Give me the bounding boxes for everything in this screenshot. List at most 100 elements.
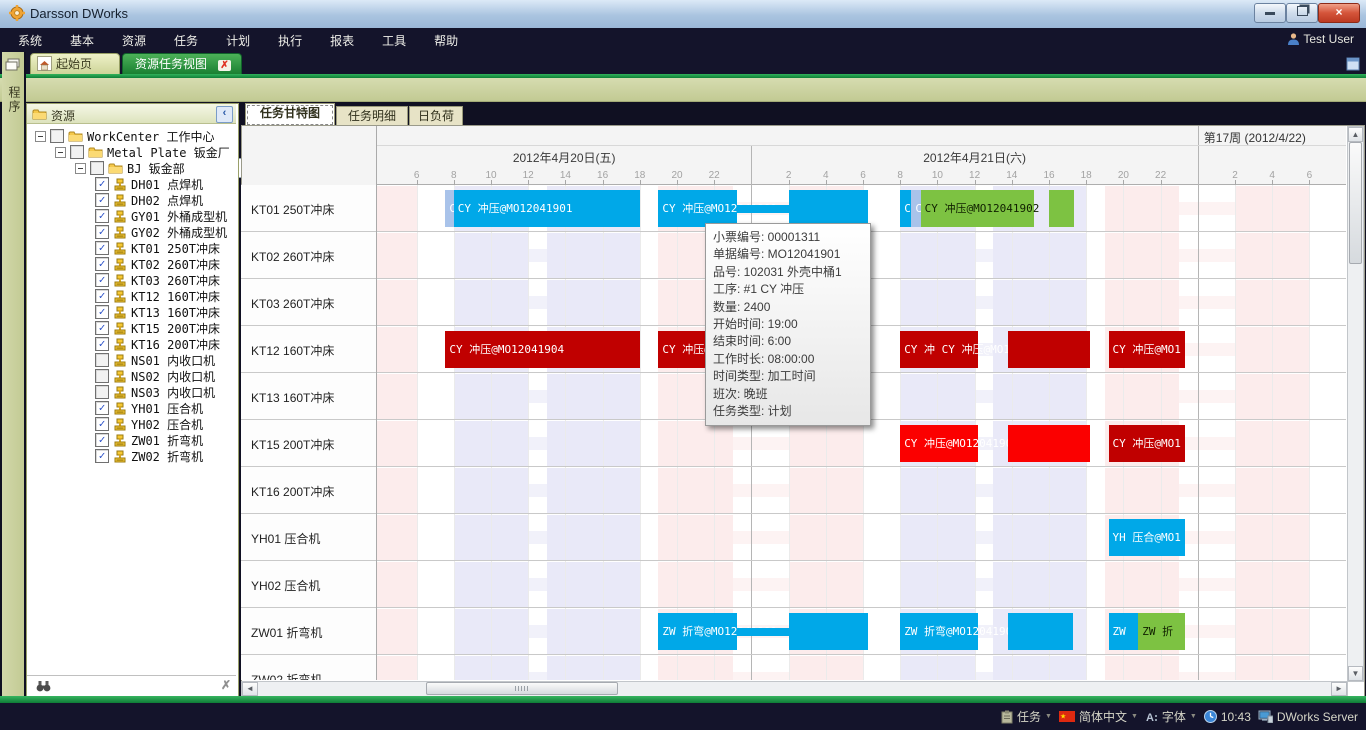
scroll-down-icon[interactable]: ▼ — [1348, 666, 1363, 681]
tree-item-kt16[interactable]: ✓KT16 200T冲床 — [95, 336, 220, 352]
tree-checkbox[interactable] — [95, 385, 109, 399]
resource-cell[interactable]: ZW01 折弯机 — [241, 608, 376, 654]
resource-cell[interactable]: KT12 160T冲床 — [241, 326, 376, 372]
resource-cell[interactable]: KT15 200T冲床 — [241, 420, 376, 466]
tree-checkbox[interactable]: ✓ — [95, 321, 109, 335]
tree-item-zw02[interactable]: ✓ZW02 折弯机 — [95, 448, 203, 464]
tree-item-ns02[interactable]: NS02 内收口机 — [95, 368, 215, 384]
tree-item-bj[interactable]: BJ 钣金部 — [75, 160, 185, 176]
tree-item-gy02[interactable]: ✓GY02 外桶成型机 — [95, 224, 227, 240]
resource-cell[interactable]: KT16 200T冲床 — [241, 467, 376, 513]
tab-task-gantt[interactable]: 任务甘特图 — [245, 103, 335, 127]
restore-button[interactable] — [1286, 3, 1318, 23]
tree-checkbox[interactable]: ✓ — [95, 289, 109, 303]
tree-checkbox[interactable]: ✓ — [95, 417, 109, 431]
tree-checkbox[interactable] — [95, 369, 109, 383]
menu-item-1[interactable]: 系统 — [4, 28, 56, 53]
tree-item-zw01[interactable]: ✓ZW01 折弯机 — [95, 432, 203, 448]
tree-checkbox[interactable]: ✓ — [95, 337, 109, 351]
clear-find-icon[interactable]: ✗ — [221, 678, 231, 692]
tree-item-dh02[interactable]: ✓DH02 点焊机 — [95, 192, 203, 208]
menu-item-2[interactable]: 基本 — [56, 28, 108, 53]
close-button[interactable]: × — [1318, 3, 1360, 23]
horizontal-scrollbar[interactable]: ◄ ► — [241, 681, 1348, 697]
tree-item-ns01[interactable]: NS01 内收口机 — [95, 352, 215, 368]
tree-checkbox[interactable] — [70, 145, 84, 159]
status-item-label: 任务 — [1017, 708, 1041, 725]
tree-item-yh02[interactable]: ✓YH02 压合机 — [95, 416, 203, 432]
tree-checkbox[interactable]: ✓ — [95, 225, 109, 239]
menu-item-5[interactable]: 计划 — [212, 28, 264, 53]
tree-expander-icon[interactable] — [35, 131, 46, 142]
scroll-up-icon[interactable]: ▲ — [1348, 127, 1363, 142]
tree-checkbox[interactable]: ✓ — [95, 401, 109, 415]
tab-task-detail[interactable]: 任务明细 — [336, 106, 408, 127]
tree-expander-icon[interactable] — [75, 163, 86, 174]
binoculars-icon[interactable] — [36, 679, 51, 697]
tree-item-kt15[interactable]: ✓KT15 200T冲床 — [95, 320, 220, 336]
tree-item-kt12[interactable]: ✓KT12 160T冲床 — [95, 288, 220, 304]
resource-cell[interactable]: ZW02 折弯机 — [241, 655, 376, 680]
tree-item-kt01[interactable]: ✓KT01 250T冲床 — [95, 240, 220, 256]
vertical-scrollbar[interactable]: ▲ ▼ — [1347, 126, 1364, 682]
menu-item-8[interactable]: 工具 — [368, 28, 420, 53]
status-item-clipboard[interactable]: 任务 ▼ — [1001, 708, 1052, 725]
dropdown-icon[interactable]: ▼ — [1131, 713, 1138, 720]
menu-item-3[interactable]: 资源 — [108, 28, 160, 53]
status-item-clock[interactable]: 10:43 — [1204, 710, 1251, 724]
menu-item-4[interactable]: 任务 — [160, 28, 212, 53]
resource-cell-label: KT13 160T冲床 — [251, 389, 334, 406]
menu-item-9[interactable]: 帮助 — [420, 28, 472, 53]
tree-checkbox[interactable]: ✓ — [95, 257, 109, 271]
tree-checkbox[interactable]: ✓ — [95, 449, 109, 463]
tree-checkbox[interactable]: ✓ — [95, 177, 109, 191]
dropdown-icon[interactable]: ▼ — [1190, 713, 1197, 720]
tree-checkbox[interactable]: ✓ — [95, 193, 109, 207]
horizontal-scroll-thumb[interactable] — [426, 682, 618, 695]
tree-item-ns03[interactable]: NS03 内收口机 — [95, 384, 215, 400]
minimize-button[interactable] — [1254, 3, 1286, 23]
resource-cell[interactable]: KT02 260T冲床 — [241, 232, 376, 278]
program-strip-label[interactable]: 程序 — [6, 86, 23, 114]
resource-cell[interactable]: YH01 压合机 — [241, 514, 376, 560]
status-item-font[interactable]: A字体▼ — [1145, 708, 1197, 725]
status-item-flag[interactable]: ★简体中文▼ — [1059, 708, 1138, 725]
tree-checkbox[interactable]: ✓ — [95, 433, 109, 447]
tab-daily-load[interactable]: 日负荷 — [409, 106, 463, 127]
tree-checkbox[interactable]: ✓ — [95, 305, 109, 319]
tree-checkbox[interactable]: ✓ — [95, 241, 109, 255]
tree-item-workcenter[interactable]: WorkCenter 工作中心 — [35, 128, 214, 144]
tooltip-line: 时间类型: 加工时间 — [713, 368, 863, 385]
tree-item-kt03[interactable]: ✓KT03 260T冲床 — [95, 272, 220, 288]
program-windows-icon[interactable] — [5, 58, 20, 76]
dropdown-icon[interactable]: ▼ — [1045, 713, 1052, 720]
tree-checkbox[interactable]: ✓ — [95, 209, 109, 223]
tree-item-gy01[interactable]: ✓GY01 外桶成型机 — [95, 208, 227, 224]
resource-cell[interactable]: KT01 250T冲床 — [241, 185, 376, 231]
tree-expander-icon[interactable] — [55, 147, 66, 158]
tree-checkbox[interactable]: ✓ — [95, 273, 109, 287]
collapse-panel-button[interactable]: ‹ — [216, 106, 233, 123]
tree-checkbox[interactable] — [50, 129, 64, 143]
tree-item-yh01[interactable]: ✓YH01 压合机 — [95, 400, 203, 416]
tree-item-kt13[interactable]: ✓KT13 160T冲床 — [95, 304, 220, 320]
tab-resource-task-view[interactable]: 资源任务视图 ✗ — [122, 53, 242, 76]
clipboard-icon — [1001, 710, 1013, 724]
scroll-left-icon[interactable]: ◄ — [242, 682, 258, 696]
scroll-right-icon[interactable]: ► — [1331, 682, 1347, 696]
tab-close-icon[interactable]: ✗ — [218, 60, 230, 71]
tree-item-kt02[interactable]: ✓KT02 260T冲床 — [95, 256, 220, 272]
status-item-server[interactable]: DWorks Server — [1258, 710, 1358, 724]
tree-checkbox[interactable] — [95, 353, 109, 367]
tree-item-dh01[interactable]: ✓DH01 点焊机 — [95, 176, 203, 192]
menu-item-6[interactable]: 执行 — [264, 28, 316, 53]
vertical-scroll-thumb[interactable] — [1349, 142, 1362, 264]
menu-item-7[interactable]: 报表 — [316, 28, 368, 53]
resource-cell[interactable]: KT03 260T冲床 — [241, 279, 376, 325]
tree-checkbox[interactable] — [90, 161, 104, 175]
resource-cell[interactable]: KT13 160T冲床 — [241, 373, 376, 419]
tree-item-metal[interactable]: Metal Plate 钣金厂 — [55, 144, 230, 160]
resource-cell[interactable]: YH02 压合机 — [241, 561, 376, 607]
user-box[interactable]: Test User — [1287, 32, 1354, 48]
tab-home[interactable]: 起始页 — [30, 53, 120, 76]
